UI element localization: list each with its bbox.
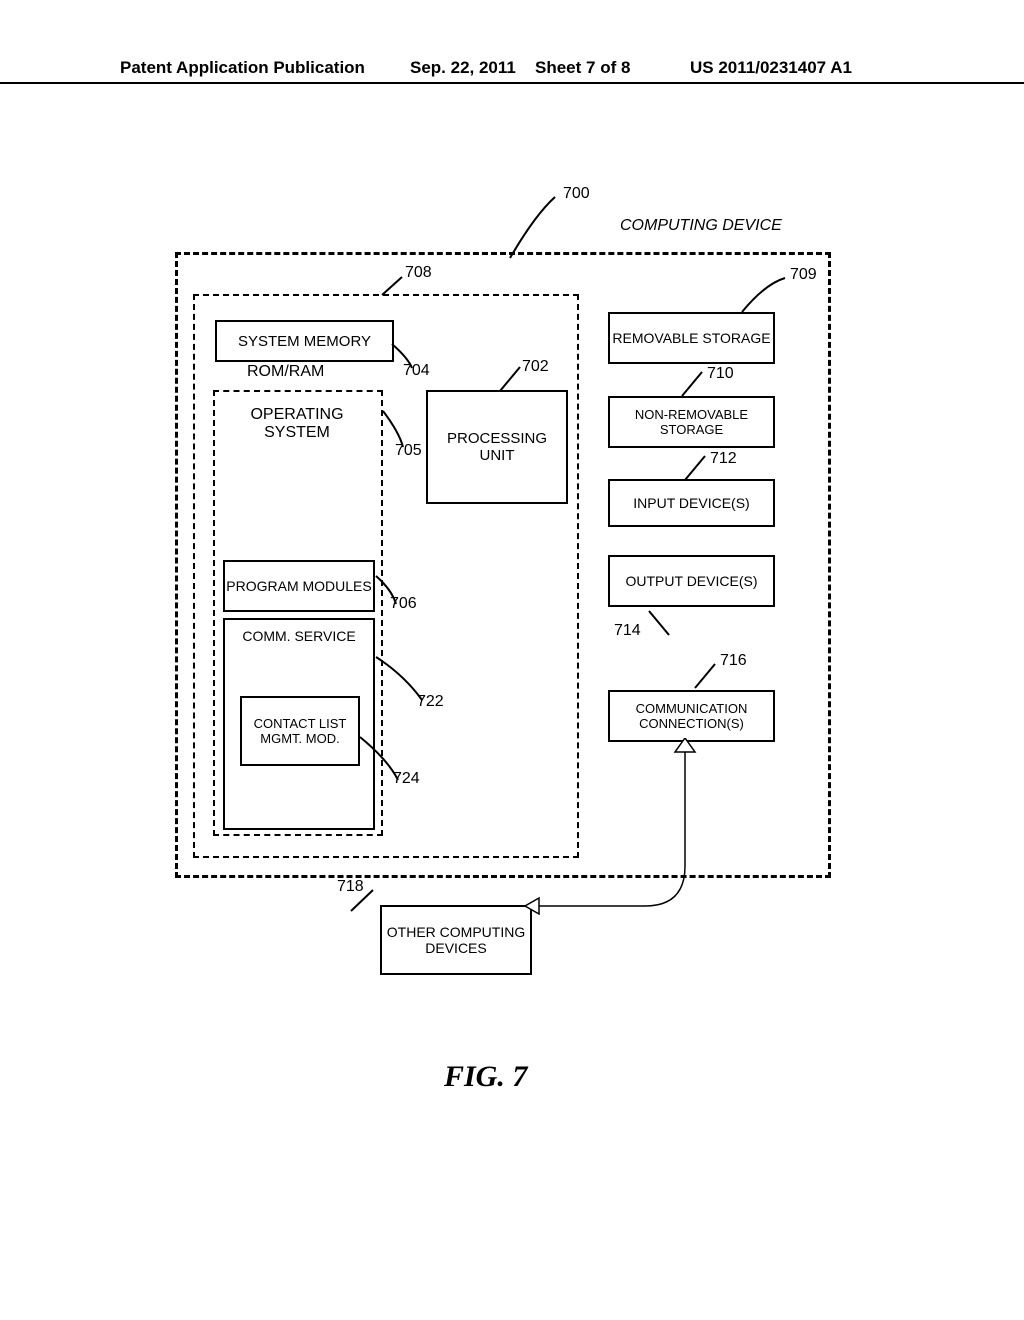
label-700: 700 (563, 185, 590, 203)
leader-709 (740, 274, 790, 314)
label-705: 705 (395, 442, 422, 460)
label-708: 708 (405, 264, 432, 282)
os-text: OPERATING SYSTEM (242, 406, 352, 442)
label-704: 704 (403, 362, 430, 380)
other-devices-box: OTHER COMPUTING DEVICES (380, 905, 532, 975)
label-714: 714 (614, 622, 641, 640)
contact-list-text: CONTACT LIST MGMT. MOD. (242, 716, 358, 746)
pub-date: Sep. 22, 2011 (410, 58, 516, 78)
label-722: 722 (417, 693, 444, 711)
input-devices-text: INPUT DEVICE(S) (633, 495, 749, 511)
pub-number: US 2011/0231407 A1 (690, 58, 852, 78)
program-modules-box: PROGRAM MODULES (223, 560, 375, 612)
nonremovable-storage-box: NON-REMOVABLE STORAGE (608, 396, 775, 448)
processing-unit-box: PROCESSING UNIT (426, 390, 568, 504)
system-memory-box: SYSTEM MEMORY (215, 320, 394, 362)
nonremovable-storage-text: NON-REMOVABLE STORAGE (610, 407, 773, 437)
other-devices-text: OTHER COMPUTING DEVICES (382, 924, 530, 956)
label-718: 718 (337, 878, 364, 896)
comm-connections-text: COMMUNICATION CONNECTION(S) (610, 701, 773, 731)
rom-ram-text: ROM/RAM (247, 363, 324, 381)
double-arrow (525, 738, 785, 948)
input-devices-box: INPUT DEVICE(S) (608, 479, 775, 527)
computing-device-title: COMPUTING DEVICE (620, 217, 782, 235)
label-710: 710 (707, 365, 734, 383)
label-706: 706 (390, 595, 417, 613)
output-devices-box: OUTPUT DEVICE(S) (608, 555, 775, 607)
pub-sheet: Sheet 7 of 8 (535, 58, 630, 78)
processing-unit-text: PROCESSING UNIT (428, 430, 566, 464)
label-724: 724 (393, 770, 420, 788)
leader-714 (641, 607, 681, 637)
figure-label: FIG. 7 (444, 1060, 527, 1094)
label-712: 712 (710, 450, 737, 468)
pub-title: Patent Application Publication (120, 58, 365, 78)
removable-storage-text: REMOVABLE STORAGE (612, 330, 770, 346)
page: Patent Application Publication Sep. 22, … (0, 0, 1024, 1320)
output-devices-text: OUTPUT DEVICE(S) (626, 573, 758, 589)
label-702: 702 (522, 358, 549, 376)
removable-storage-box: REMOVABLE STORAGE (608, 312, 775, 364)
program-modules-text: PROGRAM MODULES (226, 578, 371, 594)
label-716: 716 (720, 652, 747, 670)
system-memory-text: SYSTEM MEMORY (238, 333, 371, 350)
label-709: 709 (790, 266, 817, 284)
comm-connections-box: COMMUNICATION CONNECTION(S) (608, 690, 775, 742)
header-rule (0, 82, 1024, 84)
comm-service-text: COMM. SERVICE (242, 628, 355, 644)
contact-list-box: CONTACT LIST MGMT. MOD. (240, 696, 360, 766)
